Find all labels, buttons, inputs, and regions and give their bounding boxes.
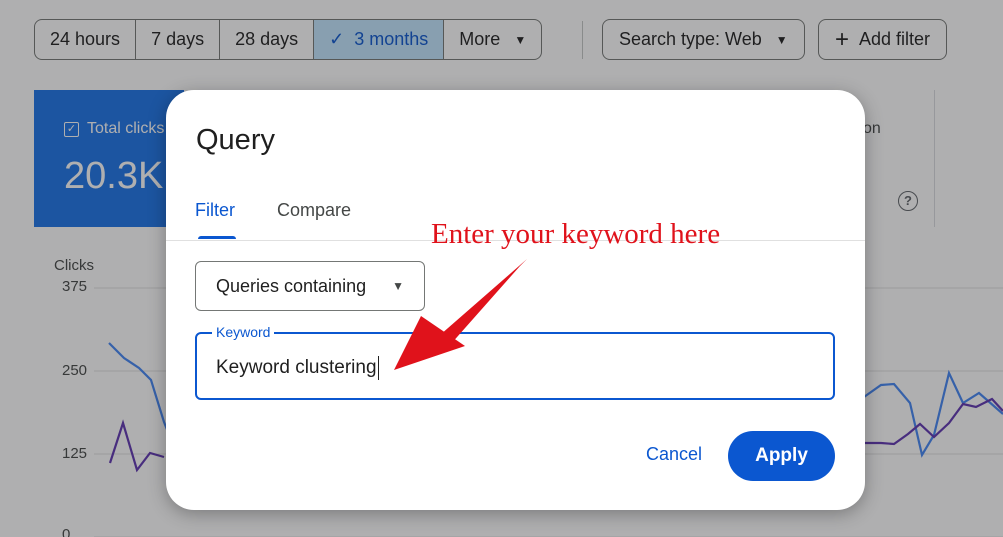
arrow-shaft xyxy=(440,259,527,345)
annotation-arrow-icon xyxy=(394,259,527,370)
